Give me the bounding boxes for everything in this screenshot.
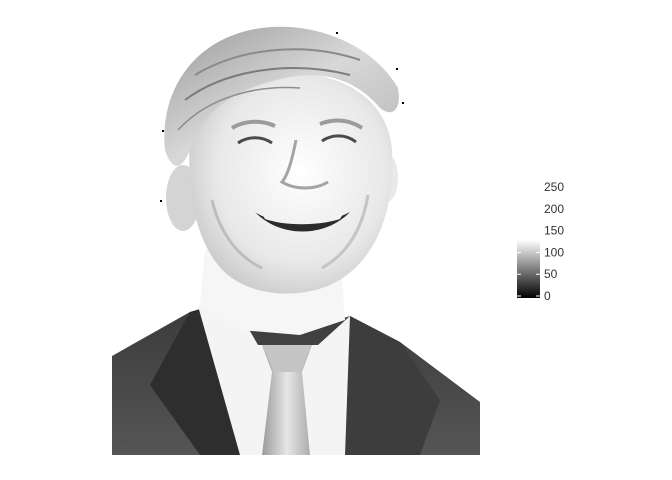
raster-right-lapel (345, 316, 440, 455)
image-raster (112, 26, 480, 455)
legend-colorbar (517, 240, 540, 298)
color-legend: 0 50 100 150 200 250 (517, 180, 564, 303)
legend-tick-label: 100 (544, 245, 564, 259)
legend-tick-label: 50 (544, 267, 558, 281)
legend-tick-label: 150 (544, 224, 564, 238)
raster-speck (336, 32, 338, 34)
chart-canvas: 0 50 100 150 200 250 (112, 26, 564, 455)
raster-speck (160, 200, 162, 202)
legend-tick-label: 0 (544, 289, 551, 303)
raster-speck (402, 102, 404, 104)
raster-speck (162, 130, 164, 132)
legend-tick-label: 200 (544, 202, 564, 216)
legend-tick-label: 250 (544, 180, 564, 194)
raster-speck (396, 68, 398, 70)
